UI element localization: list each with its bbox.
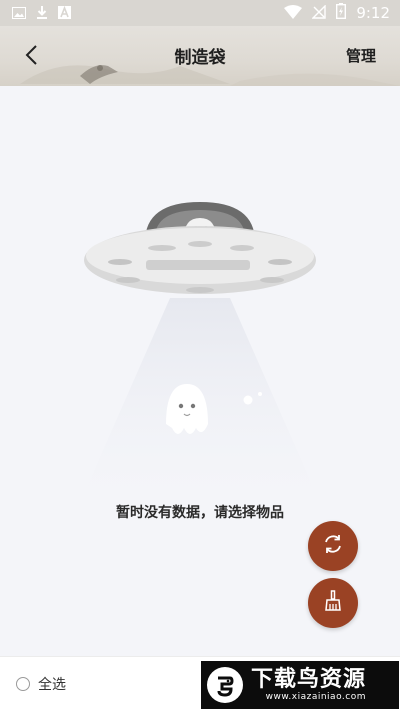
watermark: 下载鸟资源 www.xiazainiao.com bbox=[201, 661, 399, 709]
back-button[interactable] bbox=[14, 40, 48, 74]
select-all-toggle[interactable]: 全选 bbox=[16, 674, 66, 694]
clean-button[interactable] bbox=[308, 578, 358, 628]
watermark-text: 下载鸟资源 www.xiazainiao.com bbox=[251, 667, 367, 703]
download-icon bbox=[36, 4, 48, 23]
app-header: 制造袋 管理 bbox=[0, 26, 400, 86]
status-bar: 9:12 bbox=[0, 0, 400, 26]
wifi-icon bbox=[284, 4, 303, 23]
broom-icon bbox=[322, 590, 344, 616]
status-right-icons: 9:12 bbox=[284, 3, 390, 23]
font-a-icon bbox=[58, 4, 71, 23]
select-all-radio[interactable] bbox=[16, 677, 30, 691]
refresh-button[interactable] bbox=[308, 521, 358, 571]
watermark-url: www.xiazainiao.com bbox=[265, 692, 367, 702]
empty-state-message: 暂时没有数据，请选择物品 bbox=[116, 505, 284, 521]
refresh-icon bbox=[322, 533, 344, 559]
status-time: 9:12 bbox=[356, 4, 390, 22]
no-signal-icon bbox=[311, 3, 327, 23]
chevron-left-icon bbox=[23, 44, 39, 70]
battery-charging-icon bbox=[336, 3, 347, 23]
image-icon bbox=[12, 4, 26, 23]
watermark-title: 下载鸟资源 bbox=[251, 667, 367, 692]
bird-logo-icon bbox=[207, 667, 243, 703]
content-area: 暂时没有数据，请选择物品 bbox=[0, 86, 400, 656]
header-ink-decoration bbox=[20, 65, 400, 86]
status-left-icons bbox=[12, 4, 71, 23]
ufo-ghost-illustration bbox=[82, 202, 318, 498]
select-all-label: 全选 bbox=[38, 677, 66, 693]
manage-button[interactable]: 管理 bbox=[346, 42, 376, 70]
